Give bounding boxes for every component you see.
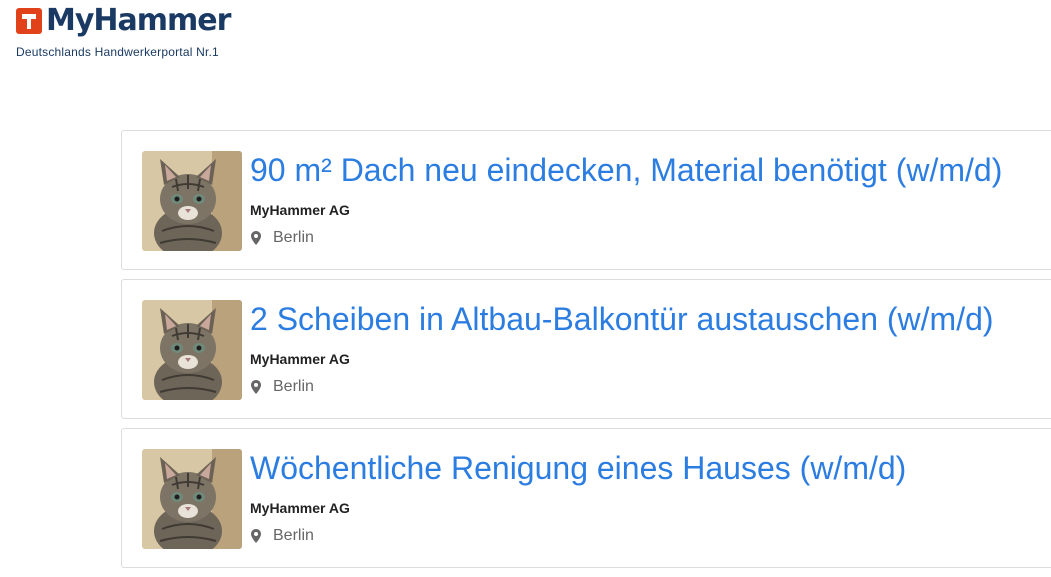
site-header: MyHammer Deutschlands Handwerkerportal N… — [16, 3, 231, 59]
job-card[interactable]: Wöchentliche Renigung eines Hauses (w/m/… — [121, 428, 1051, 568]
location-text: Berlin — [273, 229, 314, 246]
company-name: MyHammer AG — [250, 202, 350, 218]
job-title-link[interactable]: 2 Scheiben in Altbau-Balkontür austausch… — [250, 300, 994, 338]
map-pin-icon — [251, 380, 261, 394]
company-name: MyHammer AG — [250, 351, 350, 367]
hammer-logo-icon — [16, 8, 42, 34]
job-title-link[interactable]: 90 m² Dach neu eindecken, Material benöt… — [250, 151, 1002, 189]
location-text: Berlin — [273, 378, 314, 395]
map-pin-icon — [251, 529, 261, 543]
job-title-link[interactable]: Wöchentliche Renigung eines Hauses (w/m/… — [250, 449, 906, 487]
logo[interactable]: MyHammer — [16, 3, 231, 38]
kitten-thumbnail[interactable] — [142, 300, 242, 400]
kitten-thumbnail[interactable] — [142, 449, 242, 549]
job-card[interactable]: 90 m² Dach neu eindecken, Material benöt… — [121, 130, 1051, 270]
company-name: MyHammer AG — [250, 500, 350, 516]
brand-tagline: Deutschlands Handwerkerportal Nr.1 — [16, 45, 219, 59]
job-listings: 90 m² Dach neu eindecken, Material benöt… — [121, 130, 1051, 577]
job-location: Berlin — [250, 229, 314, 247]
job-card[interactable]: 2 Scheiben in Altbau-Balkontür austausch… — [121, 279, 1051, 419]
kitten-thumbnail[interactable] — [142, 151, 242, 251]
location-text: Berlin — [273, 527, 314, 544]
brand-name: MyHammer — [46, 3, 231, 38]
job-location: Berlin — [250, 378, 314, 396]
map-pin-icon — [251, 231, 261, 245]
job-location: Berlin — [250, 527, 314, 545]
